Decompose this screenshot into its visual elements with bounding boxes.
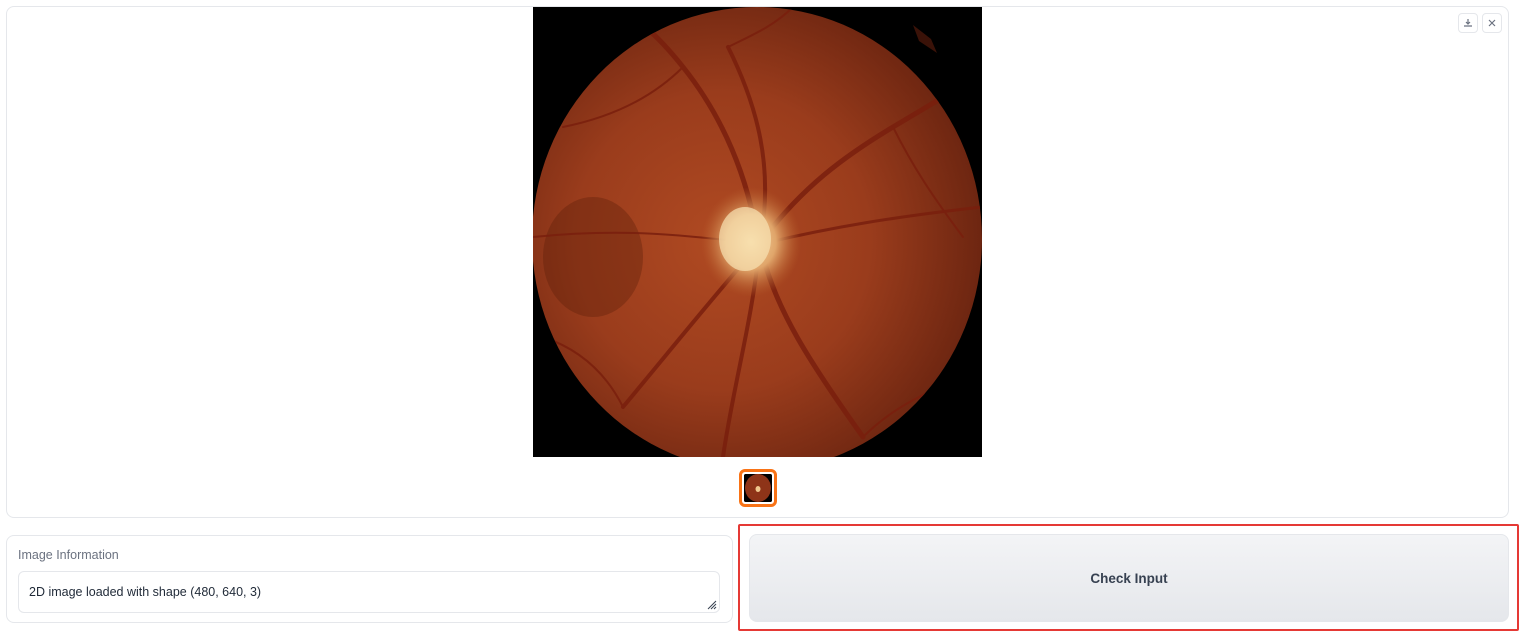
download-button[interactable]: [1458, 13, 1478, 33]
image-gallery: [6, 6, 1509, 518]
check-input-button[interactable]: Check Input: [749, 534, 1509, 622]
fundus-image[interactable]: [533, 7, 982, 457]
image-information-value: 2D image loaded with shape (480, 640, 3): [29, 585, 262, 599]
image-information-panel: Image Information 2D image loaded with s…: [6, 535, 733, 623]
download-icon: [1463, 18, 1473, 28]
image-information-textbox[interactable]: 2D image loaded with shape (480, 640, 3): [18, 571, 720, 613]
resize-handle-icon[interactable]: [705, 598, 717, 610]
close-button[interactable]: [1482, 13, 1502, 33]
image-information-label: Image Information: [18, 548, 119, 562]
gallery-thumbnail[interactable]: [738, 469, 777, 507]
thumbnail-image: [743, 474, 772, 502]
close-icon: [1487, 18, 1497, 28]
